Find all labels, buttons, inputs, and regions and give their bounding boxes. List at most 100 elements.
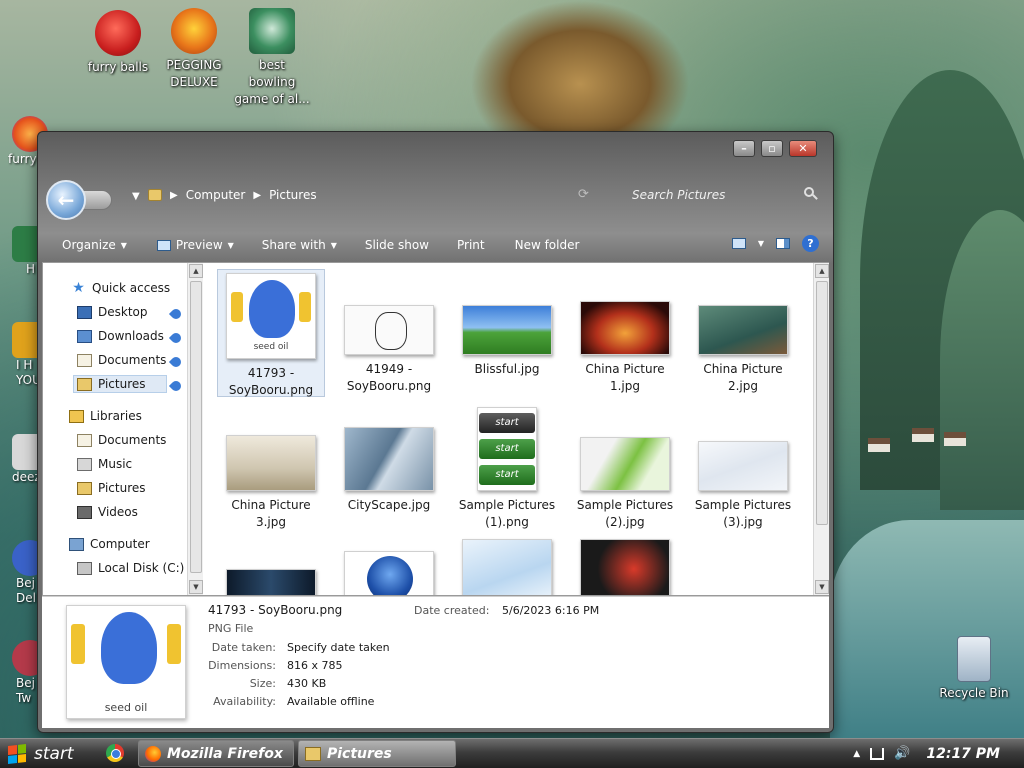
- chevron-down-icon[interactable]: ▼: [758, 239, 764, 248]
- new-folder-button[interactable]: New folder: [515, 238, 580, 252]
- desktop-icon-partial[interactable]: I H YOU: [0, 322, 48, 388]
- start-button[interactable]: start: [0, 739, 90, 768]
- sketch-thumbnail: [344, 305, 434, 355]
- pin-icon[interactable]: [168, 378, 184, 394]
- preview-pane-icon[interactable]: [776, 238, 790, 249]
- file-item[interactable]: China Picture 2.jpg: [689, 305, 797, 395]
- date-taken-field[interactable]: Specify date taken: [287, 641, 390, 654]
- scroll-up-icon[interactable]: ▲: [815, 264, 829, 278]
- file-item[interactable]: Sample Pictures (3).jpg: [689, 441, 797, 531]
- nav-lib-documents[interactable]: Documents: [77, 433, 166, 447]
- pegging-icon: [171, 8, 217, 54]
- organize-button[interactable]: Organize ▼: [62, 238, 127, 252]
- nav-pictures[interactable]: Pictures: [73, 375, 167, 393]
- file-item[interactable]: [571, 539, 679, 595]
- chevron-down-icon: ▼: [120, 240, 127, 250]
- change-view-icon[interactable]: [731, 238, 746, 249]
- details-file-type: PNG File: [208, 622, 254, 635]
- chevron-right-icon[interactable]: ▶: [253, 190, 261, 201]
- slide-show-button[interactable]: Slide show: [365, 238, 429, 252]
- breadcrumb[interactable]: ▶ Computer ▶ Pictures: [148, 182, 608, 208]
- scroll-thumb[interactable]: [816, 281, 828, 525]
- minimize-button[interactable]: –: [733, 140, 755, 157]
- explorer-window[interactable]: – ▫ ✕ ← ▼ ▶ Computer ▶ Pictures ⟳ Search…: [37, 131, 834, 733]
- desktop-icon-partial[interactable]: Bej Del: [0, 540, 48, 606]
- nav-scrollbar[interactable]: ▲ ▼: [187, 263, 203, 595]
- file-item[interactable]: China Picture 3.jpg: [217, 435, 325, 531]
- maximize-button[interactable]: ▫: [761, 140, 783, 157]
- chrome-icon[interactable]: [106, 744, 124, 762]
- chevron-up-icon[interactable]: ▲: [853, 749, 860, 759]
- desktop-icon-partial[interactable]: furry: [0, 116, 48, 167]
- nav-libraries[interactable]: Libraries: [69, 409, 142, 423]
- file-name: China Picture 1.jpg: [585, 362, 665, 393]
- nav-documents[interactable]: Documents: [77, 353, 166, 367]
- search-input[interactable]: Search Pictures: [626, 182, 822, 208]
- scroll-up-icon[interactable]: ▲: [189, 264, 203, 278]
- nav-label: Pictures: [98, 481, 146, 495]
- network-icon[interactable]: [870, 747, 885, 760]
- nav-local-disk[interactable]: Local Disk (C:): [77, 561, 184, 575]
- file-name: Sample Pictures (3).jpg: [694, 498, 792, 529]
- desktop-icon-best-bowling[interactable]: best bowling game of al...: [234, 8, 310, 108]
- documents-icon: [77, 353, 92, 367]
- volume-icon[interactable]: 🔊: [894, 746, 910, 761]
- share-with-button[interactable]: Share with ▼: [262, 238, 337, 252]
- clock[interactable]: 12:17 PM: [926, 746, 1000, 762]
- file-item[interactable]: 41949 - SoyBooru.png: [335, 305, 443, 395]
- chevron-right-icon[interactable]: ▶: [170, 190, 178, 201]
- desktop-icon-partial[interactable]: H: [0, 226, 48, 277]
- nav-desktop[interactable]: Desktop: [77, 305, 148, 319]
- pin-icon[interactable]: [168, 330, 184, 346]
- wallpaper-dragon: [470, 0, 690, 140]
- desktop-icon-partial[interactable]: Bej Tw: [0, 640, 48, 706]
- file-item[interactable]: Sample Pictures (2).jpg: [571, 437, 679, 531]
- preview-button[interactable]: Preview ▼: [156, 238, 234, 252]
- thumb-start-label: start: [479, 413, 535, 433]
- file-item[interactable]: seed oil 41793 - SoyBooru.png: [217, 269, 325, 397]
- file-item[interactable]: start start start Sample Pictures (1).pn…: [453, 407, 561, 531]
- new-folder-label: New folder: [514, 238, 580, 252]
- nav-downloads[interactable]: Downloads: [77, 329, 164, 343]
- nav-lib-videos[interactable]: Videos: [77, 505, 138, 519]
- file-item[interactable]: CityScape.jpg: [335, 427, 443, 514]
- thumb-caption: seed oil: [104, 701, 148, 714]
- search-icon[interactable]: [804, 187, 814, 197]
- desktop-icon-partial[interactable]: deez: [0, 434, 48, 485]
- breadcrumb-computer[interactable]: Computer: [186, 188, 246, 202]
- slide-show-label: Slide show: [364, 238, 429, 252]
- pin-icon[interactable]: [168, 354, 184, 370]
- breadcrumb-pictures[interactable]: Pictures: [269, 188, 317, 202]
- nav-quick-access[interactable]: ★ Quick access: [71, 281, 170, 296]
- recent-pages-dropdown-icon[interactable]: ▼: [132, 191, 140, 202]
- scroll-thumb[interactable]: [190, 281, 202, 573]
- close-button[interactable]: ✕: [789, 140, 817, 157]
- desktop-icon-pegging-deluxe[interactable]: PEGGING DELUXE: [156, 8, 232, 91]
- taskbar-pictures[interactable]: Pictures: [298, 740, 456, 767]
- meme-thumbnail: [580, 539, 670, 595]
- file-item[interactable]: [453, 539, 561, 595]
- file-item[interactable]: Blissful.jpg: [453, 305, 561, 378]
- print-button[interactable]: Print: [457, 238, 485, 252]
- desktop-icon-label: furry: [8, 152, 37, 166]
- desktop-icon-label: Bej Del: [16, 576, 36, 605]
- system-tray: ▲ 🔊 12:17 PM: [853, 739, 1024, 768]
- scroll-down-icon[interactable]: ▼: [815, 580, 829, 594]
- file-item[interactable]: [335, 551, 443, 595]
- details-value: 5/6/2023 6:16 PM: [502, 604, 600, 617]
- desktop-icon-recycle-bin[interactable]: Recycle Bin: [936, 636, 1012, 702]
- taskbar-firefox[interactable]: Mozilla Firefox: [138, 740, 294, 767]
- recycle-bin-icon: [957, 636, 991, 682]
- file-item[interactable]: [217, 569, 325, 595]
- nav-computer[interactable]: Computer: [69, 537, 150, 551]
- refresh-icon[interactable]: ⟳: [578, 187, 589, 202]
- file-item[interactable]: China Picture 1.jpg: [571, 301, 679, 395]
- back-button[interactable]: ←: [46, 180, 112, 220]
- pin-icon[interactable]: [168, 306, 184, 322]
- help-icon[interactable]: ?: [802, 235, 819, 252]
- nav-lib-pictures[interactable]: Pictures: [77, 481, 146, 495]
- scroll-down-icon[interactable]: ▼: [189, 580, 203, 594]
- file-scrollbar[interactable]: ▲ ▼: [813, 263, 829, 595]
- desktop-icon-furry-balls[interactable]: furry balls: [80, 10, 156, 76]
- nav-lib-music[interactable]: Music: [77, 457, 132, 471]
